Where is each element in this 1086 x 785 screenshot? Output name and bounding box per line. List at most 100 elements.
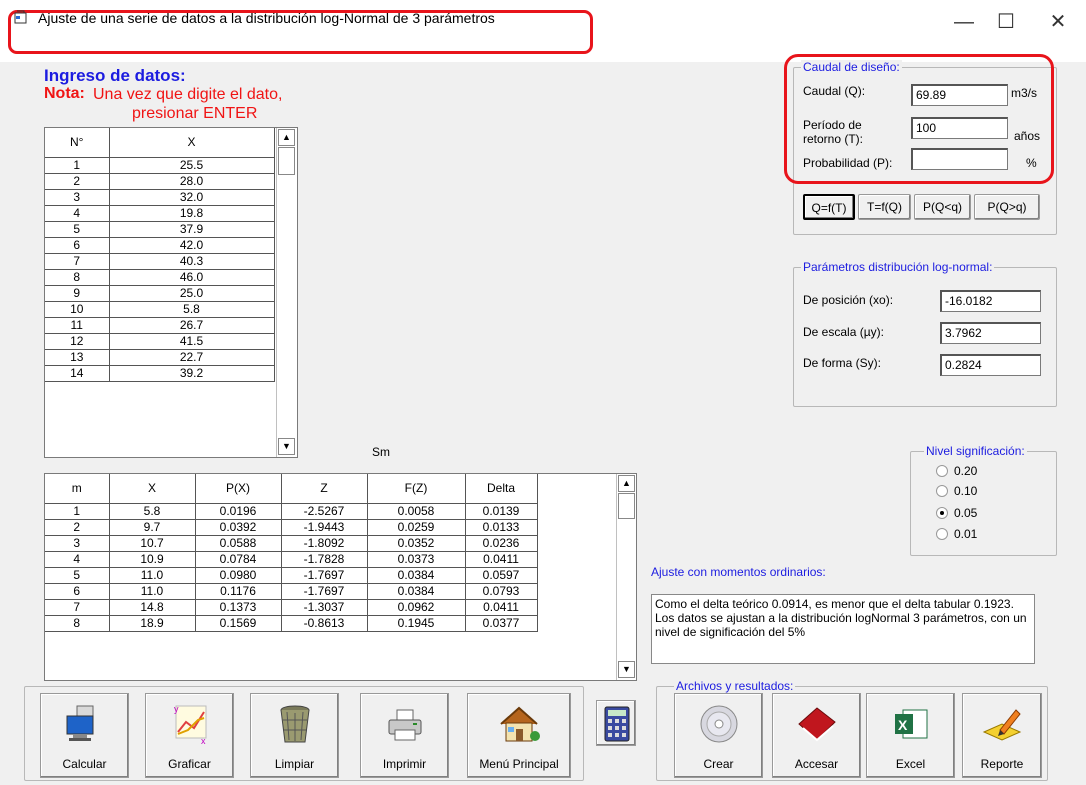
row-number-cell[interactable]: 2: [45, 173, 110, 190]
z-cell[interactable]: -2.5267: [281, 503, 368, 520]
fz-cell[interactable]: 0.0058: [367, 503, 466, 520]
calculator-button[interactable]: [596, 700, 636, 746]
scroll-thumb[interactable]: [618, 493, 635, 519]
px-cell[interactable]: 0.1176: [195, 583, 282, 600]
scroll-down-icon[interactable]: ▼: [618, 661, 635, 678]
x-value-cell[interactable]: 25.5: [109, 157, 275, 174]
table-row[interactable]: 11 26.7: [45, 317, 275, 334]
m-cell[interactable]: 4: [45, 551, 110, 568]
row-number-cell[interactable]: 6: [45, 237, 110, 254]
fz-cell[interactable]: 0.1945: [367, 615, 466, 632]
periodo-field[interactable]: 100: [911, 117, 1008, 139]
m-cell[interactable]: 1: [45, 503, 110, 520]
m-cell[interactable]: 6: [45, 583, 110, 600]
scroll-up-icon[interactable]: ▲: [278, 129, 295, 146]
m-cell[interactable]: 5: [45, 567, 110, 584]
table-row[interactable]: 2 28.0: [45, 173, 275, 190]
row-number-cell[interactable]: 3: [45, 189, 110, 206]
m-cell[interactable]: 8: [45, 615, 110, 632]
table-row[interactable]: 9 25.0: [45, 285, 275, 302]
x-value-cell[interactable]: 32.0: [109, 189, 275, 206]
row-number-cell[interactable]: 4: [45, 205, 110, 222]
table-row[interactable]: 5 11.0 0.0980 -1.7697 0.0384 0.0597: [45, 567, 538, 584]
x-value-cell[interactable]: 42.0: [109, 237, 275, 254]
m-cell[interactable]: 2: [45, 519, 110, 536]
px-cell[interactable]: 0.0392: [195, 519, 282, 536]
column-header-z[interactable]: Z: [281, 474, 368, 504]
imprimir-button[interactable]: Imprimir: [360, 693, 449, 778]
fz-cell[interactable]: 0.0384: [367, 567, 466, 584]
m-cell[interactable]: 7: [45, 599, 110, 616]
maximize-icon[interactable]: ☐: [986, 8, 1026, 36]
px-cell[interactable]: 0.0588: [195, 535, 282, 552]
table-row[interactable]: 4 19.8: [45, 205, 275, 222]
fz-cell[interactable]: 0.0352: [367, 535, 466, 552]
z-cell[interactable]: -1.7828: [281, 551, 368, 568]
x-cell[interactable]: 9.7: [109, 519, 196, 536]
close-icon[interactable]: ✕: [1038, 8, 1078, 36]
posicion-field[interactable]: -16.0182: [940, 290, 1041, 312]
x-value-cell[interactable]: 39.2: [109, 365, 275, 382]
x-cell[interactable]: 18.9: [109, 615, 196, 632]
column-header-fz[interactable]: F(Z): [367, 474, 466, 504]
delta-cell[interactable]: 0.0133: [465, 519, 538, 536]
table-row[interactable]: 12 41.5: [45, 333, 275, 350]
delta-cell[interactable]: 0.0597: [465, 567, 538, 584]
column-header-x[interactable]: X: [109, 128, 275, 158]
z-cell[interactable]: -0.8613: [281, 615, 368, 632]
excel-button[interactable]: X Excel: [866, 693, 955, 778]
fz-cell[interactable]: 0.0962: [367, 599, 466, 616]
px-cell[interactable]: 0.1569: [195, 615, 282, 632]
x-cell[interactable]: 11.0: [109, 567, 196, 584]
x-cell[interactable]: 10.7: [109, 535, 196, 552]
table-row[interactable]: 10 5.8: [45, 301, 275, 318]
z-cell[interactable]: -1.9443: [281, 519, 368, 536]
row-number-cell[interactable]: 12: [45, 333, 110, 350]
table-row[interactable]: 7 14.8 0.1373 -1.3037 0.0962 0.0411: [45, 599, 538, 616]
x-value-cell[interactable]: 41.5: [109, 333, 275, 350]
row-number-cell[interactable]: 8: [45, 269, 110, 286]
x-value-cell[interactable]: 46.0: [109, 269, 275, 286]
x-cell[interactable]: 10.9: [109, 551, 196, 568]
row-number-cell[interactable]: 14: [45, 365, 110, 382]
px-cell[interactable]: 0.1373: [195, 599, 282, 616]
z-cell[interactable]: -1.8092: [281, 535, 368, 552]
p-less-button[interactable]: P(Q<q): [914, 194, 971, 220]
px-cell[interactable]: 0.0196: [195, 503, 282, 520]
fz-cell[interactable]: 0.0259: [367, 519, 466, 536]
radio-020[interactable]: 0.20: [936, 464, 977, 478]
t-from-q-button[interactable]: T=f(Q): [858, 194, 911, 220]
row-number-cell[interactable]: 7: [45, 253, 110, 270]
row-number-cell[interactable]: 5: [45, 221, 110, 238]
accesar-button[interactable]: Accesar: [772, 693, 861, 778]
input-grid-scrollbar[interactable]: ▲ ▼: [276, 128, 297, 457]
x-cell[interactable]: 11.0: [109, 583, 196, 600]
row-number-cell[interactable]: 9: [45, 285, 110, 302]
probabilidad-field[interactable]: [911, 148, 1008, 170]
scroll-down-icon[interactable]: ▼: [278, 438, 295, 455]
x-value-cell[interactable]: 19.8: [109, 205, 275, 222]
delta-cell[interactable]: 0.0139: [465, 503, 538, 520]
column-header-px[interactable]: P(X): [195, 474, 282, 504]
delta-cell[interactable]: 0.0411: [465, 599, 538, 616]
column-header-x[interactable]: X: [109, 474, 196, 504]
limpiar-button[interactable]: Limpiar: [250, 693, 339, 778]
scroll-up-icon[interactable]: ▲: [618, 475, 635, 492]
table-row[interactable]: 2 9.7 0.0392 -1.9443 0.0259 0.0133: [45, 519, 538, 536]
m-cell[interactable]: 3: [45, 535, 110, 552]
column-header-delta[interactable]: Delta: [465, 474, 538, 504]
table-row[interactable]: 1 5.8 0.0196 -2.5267 0.0058 0.0139: [45, 503, 538, 520]
radio-005[interactable]: 0.05: [936, 506, 977, 520]
p-greater-button[interactable]: P(Q>q): [974, 194, 1040, 220]
table-row[interactable]: 13 22.7: [45, 349, 275, 366]
row-number-cell[interactable]: 10: [45, 301, 110, 318]
input-data-grid[interactable]: N° X 1 25.5 2 28.0 3 32.0 4 19.8 5 37.9 6 42.0 7 40.3…: [44, 127, 298, 458]
delta-cell[interactable]: 0.0411: [465, 551, 538, 568]
z-cell[interactable]: -1.7697: [281, 567, 368, 584]
table-row[interactable]: 8 18.9 0.1569 -0.8613 0.1945 0.0377: [45, 615, 538, 632]
results-grid-scrollbar[interactable]: ▲ ▼: [616, 474, 636, 680]
x-value-cell[interactable]: 28.0: [109, 173, 275, 190]
table-row[interactable]: 6 42.0: [45, 237, 275, 254]
menu-principal-button[interactable]: Menú Principal: [467, 693, 571, 778]
px-cell[interactable]: 0.0980: [195, 567, 282, 584]
